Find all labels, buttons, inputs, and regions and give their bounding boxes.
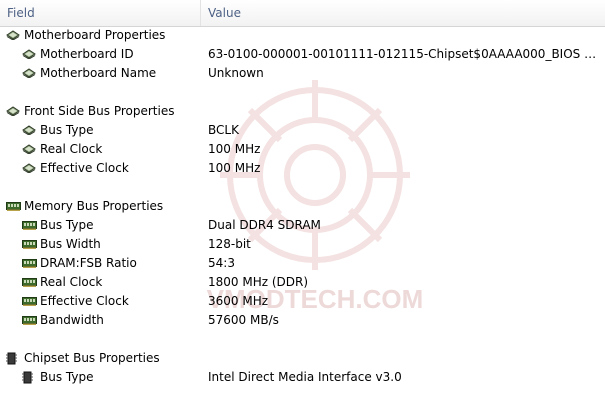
property-row[interactable]: Real Clock 1800 MHz (DDR) — [0, 273, 605, 292]
field-label: Effective Clock — [40, 161, 129, 175]
field-label: Bus Type — [40, 370, 94, 384]
field-value: 128-bit — [208, 237, 251, 251]
field-label: Effective Clock — [40, 294, 129, 308]
field-value: 3600 MHz — [208, 294, 269, 308]
memory-icon — [22, 221, 37, 230]
property-row[interactable]: Bus Type Dual DDR4 SDRAM — [0, 216, 605, 235]
field-label: Bus Type — [40, 218, 94, 232]
chip-icon — [22, 144, 36, 154]
chip-icon — [22, 49, 36, 59]
field-value: 57600 MB/s — [208, 313, 279, 327]
memory-icon — [22, 240, 37, 249]
field-label: Bus Width — [40, 237, 101, 251]
field-value: 1800 MHz (DDR) — [208, 275, 309, 289]
field-label: Real Clock — [40, 275, 103, 289]
property-row[interactable]: Motherboard Name Unknown — [0, 64, 605, 83]
table-header: Field Value — [0, 0, 605, 27]
property-row[interactable]: Real Clock 100 MHz — [0, 140, 605, 159]
memory-icon — [22, 316, 37, 325]
field-label: Real Clock — [40, 142, 103, 156]
property-row[interactable]: DRAM:FSB Ratio 54:3 — [0, 254, 605, 273]
field-value: Unknown — [208, 66, 264, 80]
field-value: Dual DDR4 SDRAM — [208, 218, 321, 232]
property-row[interactable]: Bus Type Intel Direct Media Interface v3.… — [0, 368, 605, 387]
field-value: 63-0100-000001-00101111-012115-Chipset$0… — [208, 47, 600, 61]
memory-icon — [22, 297, 37, 306]
chip-icon — [22, 125, 36, 135]
field-label: Motherboard Name — [40, 66, 157, 80]
column-header-value[interactable]: Value — [201, 0, 605, 26]
field-value: Intel Direct Media Interface v3.0 — [208, 370, 402, 384]
group-label: Chipset Bus Properties — [24, 351, 160, 365]
group-label: Front Side Bus Properties — [24, 104, 175, 118]
field-label: Bandwidth — [40, 313, 104, 327]
property-row[interactable]: Effective Clock 100 MHz — [0, 159, 605, 178]
field-label: Bus Type — [40, 123, 94, 137]
property-row[interactable]: Bus Type BCLK — [0, 121, 605, 140]
group-row[interactable]: Front Side Bus Properties — [0, 102, 605, 121]
group-row[interactable]: Memory Bus Properties — [0, 197, 605, 216]
property-row[interactable]: Bandwidth 57600 MB/s — [0, 311, 605, 330]
group-label: Memory Bus Properties — [24, 199, 164, 213]
column-header-field[interactable]: Field — [0, 0, 201, 26]
memory-icon — [6, 202, 21, 211]
group-row[interactable]: Motherboard Properties — [0, 26, 605, 45]
chipset-icon — [6, 352, 17, 365]
chip-icon — [6, 30, 20, 40]
property-row[interactable]: Bus Width 128-bit — [0, 235, 605, 254]
property-row[interactable]: Effective Clock 3600 MHz — [0, 292, 605, 311]
memory-icon — [22, 259, 37, 268]
chip-icon — [6, 106, 20, 116]
field-value: 100 MHz — [208, 142, 261, 156]
field-label: DRAM:FSB Ratio — [40, 256, 137, 270]
group-label: Motherboard Properties — [24, 28, 166, 42]
field-value: BCLK — [208, 123, 239, 137]
field-label: Motherboard ID — [40, 47, 134, 61]
memory-icon — [22, 278, 37, 287]
chip-icon — [22, 68, 36, 78]
group-row[interactable]: Chipset Bus Properties — [0, 349, 605, 368]
chipset-icon — [22, 371, 33, 384]
chip-icon — [22, 163, 36, 173]
field-value: 54:3 — [208, 256, 235, 270]
property-row[interactable]: Motherboard ID 63-0100-000001-00101111-01… — [0, 45, 605, 64]
field-value: 100 MHz — [208, 161, 261, 175]
